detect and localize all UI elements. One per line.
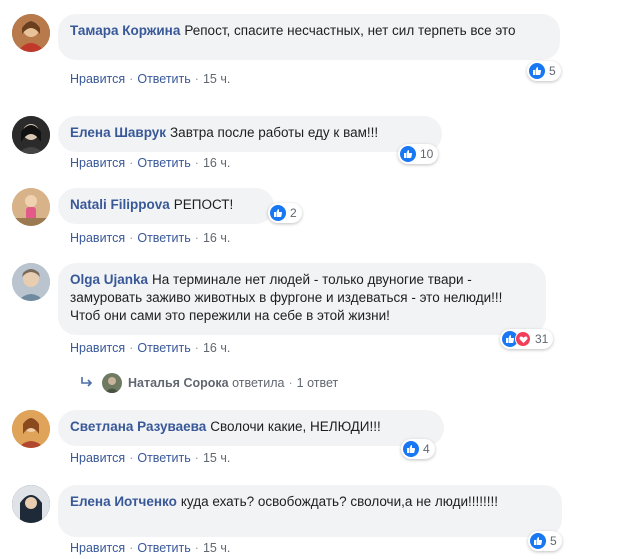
comment-bubble: Елена Шаврук Завтра после работы еду к ва… (58, 116, 442, 152)
comment-author[interactable]: Тамара Коржина (70, 23, 180, 38)
like-link[interactable]: Нравится (70, 156, 125, 170)
reaction-badge[interactable]: 10 (398, 144, 439, 164)
comment-time[interactable]: 16 ч. (203, 341, 230, 355)
avatar[interactable] (12, 485, 50, 523)
comment-actions: Нравится · Ответить · 16 ч. (70, 231, 231, 245)
reply-link[interactable]: Ответить (137, 72, 190, 86)
comment-actions: Нравится · Ответить · 16 ч. (70, 341, 231, 355)
reply-arrow-icon (80, 376, 94, 391)
reaction-badge[interactable]: 5 (528, 531, 562, 551)
reply-author: Наталья Сорока (128, 376, 229, 390)
comment-text: куда ехать? освобождать? сволочи,а не лю… (180, 494, 498, 509)
comment-actions: Нравится · Ответить · 15 ч. (70, 541, 231, 555)
reaction-count: 31 (535, 332, 549, 346)
thumbs-up-icon (529, 63, 545, 79)
avatar[interactable] (12, 263, 50, 301)
comment-actions: Нравится · Ответить · 15 ч. (70, 72, 231, 86)
thumbs-up-icon (400, 146, 416, 162)
avatar (102, 373, 122, 393)
reaction-badge[interactable]: 4 (401, 439, 435, 459)
reaction-count: 5 (550, 534, 557, 548)
avatar[interactable] (12, 188, 50, 226)
reply-count: 1 ответ (296, 376, 339, 390)
reaction-badge[interactable]: 2 (268, 203, 302, 223)
comment-author[interactable]: Natali Filippova (70, 197, 170, 212)
reply-link[interactable]: Ответить (137, 541, 190, 555)
view-replies-link[interactable]: Наталья Сорока ответила · 1 ответ (80, 373, 338, 393)
avatar[interactable] (12, 116, 50, 154)
reply-link[interactable]: Ответить (137, 341, 190, 355)
reaction-count: 2 (290, 206, 297, 220)
comment-time[interactable]: 15 ч. (203, 541, 230, 555)
like-link[interactable]: Нравится (70, 72, 125, 86)
comment-author[interactable]: Светлана Разуваева (70, 419, 206, 434)
heart-icon (515, 331, 531, 347)
reply-link[interactable]: Ответить (137, 451, 190, 465)
comment-text: РЕПОСТ! (173, 197, 234, 212)
comment-actions: Нравится · Ответить · 15 ч. (70, 451, 231, 465)
comment-author[interactable]: Olga Ujanka (70, 272, 148, 287)
avatar[interactable] (12, 14, 50, 52)
reaction-count: 5 (549, 64, 556, 78)
comment-text: Репост, спасите несчастных, нет сил терп… (184, 23, 516, 38)
comment-time[interactable]: 15 ч. (203, 451, 230, 465)
comment-time[interactable]: 16 ч. (203, 156, 230, 170)
reply-link[interactable]: Ответить (137, 231, 190, 245)
comment-time[interactable]: 16 ч. (203, 231, 230, 245)
comment-bubble: Светлана Разуваева Сволочи какие, НЕЛЮДИ!… (58, 410, 444, 446)
thumbs-up-icon (403, 441, 419, 457)
comment-author[interactable]: Елена Иотченко (70, 494, 177, 509)
comment-bubble: Natali Filippova РЕПОСТ! (58, 188, 274, 224)
comment-bubble: Тамара Коржина Репост, спасите несчастных… (58, 14, 560, 60)
reaction-badge[interactable]: 31 (500, 329, 554, 349)
comment-text: Сволочи какие, НЕЛЮДИ!!! (210, 419, 381, 434)
comment-bubble: Елена Иотченко куда ехать? освобождать? с… (58, 485, 562, 537)
reaction-count: 4 (423, 442, 430, 456)
reply-link[interactable]: Ответить (137, 156, 190, 170)
reaction-count: 10 (420, 147, 434, 161)
reaction-badge[interactable]: 5 (527, 61, 561, 81)
like-link[interactable]: Нравится (70, 541, 125, 555)
comment-actions: Нравится · Ответить · 16 ч. (70, 156, 231, 170)
comment-bubble: Olga Ujanka На терминале нет людей - толь… (58, 263, 546, 335)
thumbs-up-icon (270, 205, 286, 221)
thumbs-up-icon (530, 533, 546, 549)
comment-time[interactable]: 15 ч. (203, 72, 230, 86)
comment-text: Завтра после работы еду к вам!!! (170, 125, 379, 140)
reply-action: ответила (232, 376, 285, 390)
like-link[interactable]: Нравится (70, 341, 125, 355)
like-link[interactable]: Нравится (70, 231, 125, 245)
avatar[interactable] (12, 410, 50, 448)
like-link[interactable]: Нравится (70, 451, 125, 465)
comment-author[interactable]: Елена Шаврук (70, 125, 166, 140)
